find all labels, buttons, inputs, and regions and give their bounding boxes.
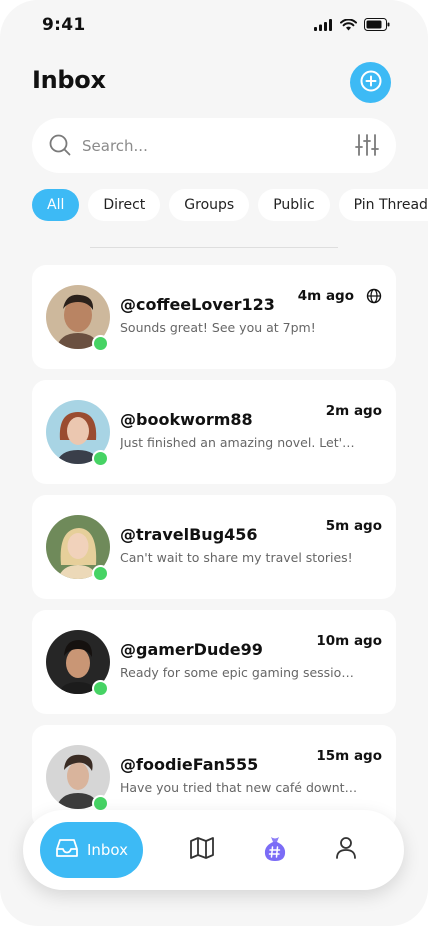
- map-icon: [189, 836, 215, 864]
- online-indicator: [92, 565, 109, 582]
- search-input[interactable]: [80, 131, 334, 161]
- message-time: 5m ago: [325, 518, 382, 534]
- signal-icon: [314, 16, 333, 35]
- message-card[interactable]: @travelBug456 Can't wait to share my tra…: [32, 495, 396, 599]
- message-list: @coffeeLover123 Sounds great! See you at…: [32, 265, 396, 840]
- message-handle: @foodieFan555: [120, 755, 259, 774]
- message-preview: Ready for some epic gaming sessions...: [120, 665, 360, 680]
- filter-direct[interactable]: Direct: [88, 189, 161, 221]
- message-card[interactable]: @bookworm88 Just finished an amazing nov…: [32, 380, 396, 484]
- sliders-icon[interactable]: [354, 132, 380, 162]
- hashtag-bag-icon: [262, 834, 288, 866]
- message-handle: @gamerDude99: [120, 640, 263, 659]
- message-preview: Just finished an amazing novel. Let's ..…: [120, 435, 360, 450]
- message-preview: Have you tried that new café downtown...: [120, 780, 360, 795]
- battery-icon: [364, 16, 390, 35]
- bottom-nav: Inbox: [23, 810, 404, 890]
- status-time: 9:41: [42, 15, 86, 35]
- filter-tabs: All Direct Groups Public Pin Threads: [32, 189, 428, 221]
- nav-inbox-button[interactable]: Inbox: [40, 822, 143, 878]
- inbox-icon: [55, 837, 79, 863]
- search-bar: [32, 118, 396, 173]
- message-handle: @coffeeLover123: [120, 295, 275, 314]
- filter-pin-threads[interactable]: Pin Threads: [338, 189, 428, 221]
- filter-groups[interactable]: Groups: [169, 189, 250, 221]
- filter-public[interactable]: Public: [258, 189, 330, 221]
- new-message-button[interactable]: [350, 62, 391, 103]
- plus-circle-icon: [359, 69, 383, 97]
- online-indicator: [92, 680, 109, 697]
- nav-hashtag-button[interactable]: [262, 837, 288, 863]
- nav-inbox-label: Inbox: [86, 841, 129, 859]
- search-icon: [48, 133, 72, 161]
- message-time: 2m ago: [325, 403, 382, 419]
- message-card[interactable]: @gamerDude99 Ready for some epic gaming …: [32, 610, 396, 714]
- message-handle: @bookworm88: [120, 410, 253, 429]
- globe-icon: [366, 288, 382, 308]
- wifi-icon: [340, 16, 357, 35]
- online-indicator: [92, 335, 109, 352]
- message-time: 4m ago: [297, 288, 354, 304]
- nav-profile-button[interactable]: [333, 837, 359, 863]
- message-time: 15m ago: [316, 748, 382, 764]
- message-preview: Sounds great! See you at 7pm!: [120, 320, 316, 335]
- status-icons: [314, 16, 390, 35]
- message-card[interactable]: @coffeeLover123 Sounds great! See you at…: [32, 265, 396, 369]
- filter-all[interactable]: All: [32, 189, 80, 221]
- online-indicator: [92, 450, 109, 467]
- message-handle: @travelBug456: [120, 525, 258, 544]
- message-preview: Can't wait to share my travel stories!: [120, 550, 353, 565]
- nav-map-button[interactable]: [189, 837, 215, 863]
- message-time: 10m ago: [316, 633, 382, 649]
- profile-icon: [335, 836, 357, 864]
- page-title: Inbox: [32, 66, 106, 94]
- divider: [90, 247, 338, 248]
- app-screen: 9:41 Inbox All Direct: [0, 0, 428, 926]
